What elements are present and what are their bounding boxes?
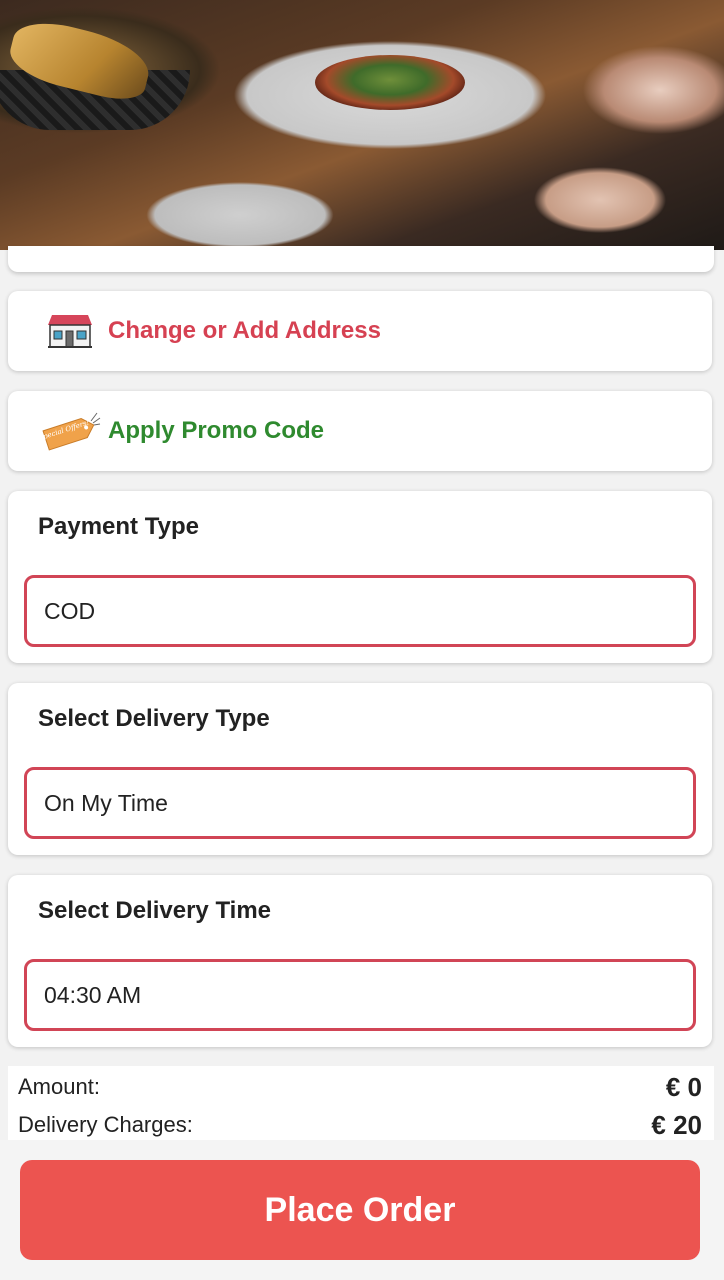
payment-type-title: Payment Type [38, 513, 199, 540]
delivery-type-title: Select Delivery Type [38, 705, 270, 732]
delivery-time-card: Select Delivery Time 04:30 AM [8, 875, 712, 1047]
delivery-type-select[interactable]: On My Time [24, 767, 696, 839]
payment-type-value: COD [44, 597, 96, 624]
amount-row: Amount: € 0 [18, 1069, 702, 1105]
delivery-charges-value: € 20 [651, 1109, 702, 1140]
amount-label: Amount: [18, 1074, 100, 1099]
delivery-charges-row: Delivery Charges: € 20 [18, 1107, 702, 1140]
change-address-label: Change or Add Address [108, 317, 381, 344]
payment-type-select[interactable]: COD [24, 575, 696, 647]
apply-promo-button[interactable]: Special Offers! Apply Promo Code [8, 391, 712, 471]
place-order-button[interactable]: Place Order [20, 1160, 700, 1260]
apply-promo-label: Apply Promo Code [108, 417, 325, 444]
order-summary: Amount: € 0 Delivery Charges: € 20 [8, 1066, 714, 1140]
delivery-time-select[interactable]: 04:30 AM [24, 959, 696, 1031]
amount-value: € 0 [665, 1071, 702, 1102]
delivery-charges-label: Delivery Charges: [18, 1112, 193, 1137]
payment-type-card: Payment Type COD [8, 491, 712, 663]
delivery-type-value: On My Time [44, 789, 168, 816]
previous-card-edge [8, 246, 714, 272]
special-offer-tag-icon: Special Offers! [38, 407, 102, 455]
plated-dish-shape [315, 55, 465, 110]
house-icon [38, 307, 102, 355]
delivery-time-title: Select Delivery Time [38, 897, 272, 924]
delivery-time-value: 04:30 AM [44, 981, 142, 1008]
delivery-type-card: Select Delivery Type On My Time [8, 683, 712, 855]
change-address-button[interactable]: Change or Add Address [8, 291, 712, 371]
hero-food-image [0, 0, 724, 250]
